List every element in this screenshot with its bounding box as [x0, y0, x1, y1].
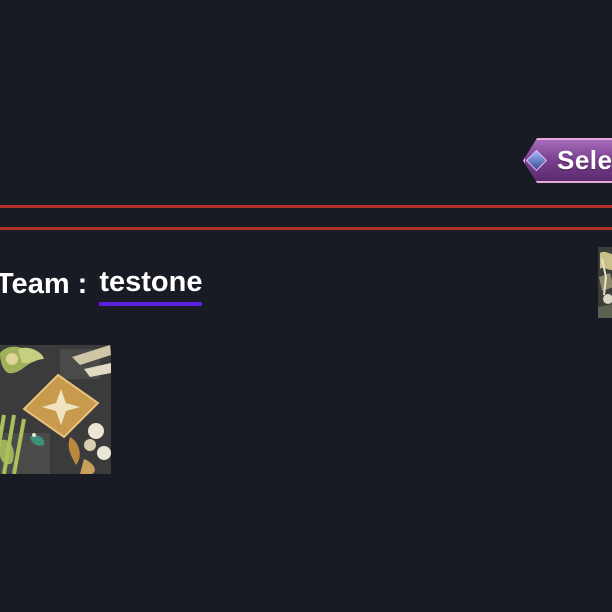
team-art-image: [0, 345, 111, 474]
page: Selec Team : testone: [0, 0, 612, 612]
select-button-label: Selec: [557, 145, 612, 175]
gem-icon: [525, 149, 548, 172]
team-art-thumbnail[interactable]: [0, 345, 111, 474]
divider-bottom: [0, 227, 612, 230]
select-button[interactable]: Selec: [523, 138, 612, 183]
team-label: Team :: [0, 268, 88, 300]
character-art-thumbnail[interactable]: [598, 247, 612, 318]
team-name: testone: [99, 262, 203, 306]
team-row: Team : testone: [0, 262, 203, 308]
character-art-image: [598, 247, 612, 318]
divider-top: [0, 205, 612, 208]
